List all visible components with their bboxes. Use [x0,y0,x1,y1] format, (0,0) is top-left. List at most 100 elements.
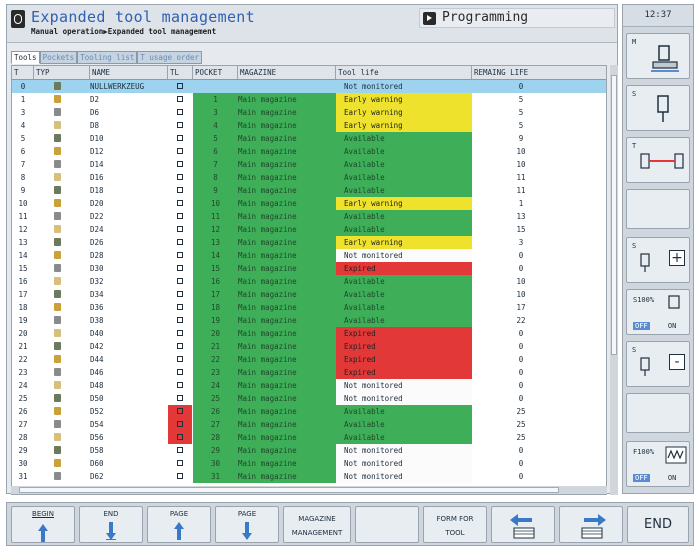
tool-locked-checkbox[interactable] [177,330,183,336]
blank-right-softkey-2[interactable] [626,393,690,433]
page-down-button[interactable]: PAGE [215,506,279,543]
magazine-management-button[interactable]: MAGAZINE MANAGEMENT [283,506,351,543]
tool-locked-checkbox[interactable] [177,473,183,479]
table-row[interactable]: 30 D60 30 Main magazine Not monitored 0 [12,457,606,470]
table-row[interactable]: 13 D26 13 Main magazine Early warning 3 [12,236,606,249]
tool-locked-checkbox[interactable] [177,252,183,258]
tool-locked-checkbox[interactable] [177,434,183,440]
m-function-button[interactable]: M [626,33,690,79]
tool-locked-checkbox[interactable] [177,356,183,362]
table-row[interactable]: 23 D46 23 Main magazine Expired 0 [12,366,606,379]
table-row[interactable]: 20 D40 20 Main magazine Expired 0 [12,327,606,340]
tool-locked-checkbox[interactable] [177,447,183,453]
col-tl[interactable]: TL [168,66,193,79]
table-row[interactable]: 28 D56 28 Main magazine Available 25 [12,431,606,444]
end-list-button[interactable]: END [79,506,143,543]
tab-t-usage-order[interactable]: T usage order [137,51,203,64]
tool-locked-checkbox[interactable] [177,460,183,466]
horizontal-scroll-thumb[interactable] [19,487,559,493]
table-row[interactable]: 3 D6 3 Main magazine Early warning 5 [12,106,606,119]
horizontal-scrollbar[interactable] [11,486,607,494]
table-row[interactable]: 18 D36 18 Main magazine Available 17 [12,301,606,314]
tool-locked-checkbox[interactable] [177,122,183,128]
tab-tooling-list[interactable]: Tooling list [77,51,138,64]
tool-locked-checkbox[interactable] [177,369,183,375]
table-row[interactable]: 29 D58 29 Main magazine Not monitored 0 [12,444,606,457]
tool-locked-checkbox[interactable] [177,395,183,401]
blank-right-softkey-1[interactable] [626,189,690,229]
table-row[interactable]: 31 D62 31 Main magazine Not monitored 0 [12,470,606,483]
vertical-scrollbar[interactable] [610,65,618,495]
table-row[interactable]: 25 D50 25 Main magazine Not monitored 0 [12,392,606,405]
tool-locked-checkbox[interactable] [177,161,183,167]
tool-locked-checkbox[interactable] [177,278,183,284]
tool-locked-checkbox[interactable] [177,83,183,89]
table-row[interactable]: 21 D42 21 Main magazine Expired 0 [12,340,606,353]
table-row[interactable]: 19 D38 19 Main magazine Available 22 [12,314,606,327]
tab-pockets[interactable]: Pockets [39,51,78,64]
spindle-override-button[interactable]: S100% OFF ON [626,289,690,335]
tool-locked-cell [168,197,192,210]
tab-tools[interactable]: Tools [11,51,40,64]
col-t[interactable]: T [12,66,34,79]
page-up-button[interactable]: PAGE [147,506,211,543]
table-row[interactable]: 11 D22 11 Main magazine Available 13 [12,210,606,223]
spindle-minus-button[interactable]: S - [626,341,690,387]
tool-locked-checkbox[interactable] [177,174,183,180]
vertical-scroll-thumb[interactable] [611,75,617,355]
tool-locked-checkbox[interactable] [177,343,183,349]
remaining-life: 17 [516,303,526,312]
form-for-tool-button[interactable]: FORM FOR TOOL [423,506,487,543]
begin-button[interactable]: BEGIN [11,506,75,543]
col-name[interactable]: NAME [90,66,168,79]
tool-locked-checkbox[interactable] [177,408,183,414]
col-remaining-life[interactable]: REMAING LIFE [472,66,606,79]
table-row[interactable]: 26 D52 26 Main magazine Available 25 [12,405,606,418]
table-row[interactable]: 4 D8 4 Main magazine Early warning 5 [12,119,606,132]
tool-locked-checkbox[interactable] [177,265,183,271]
table-row[interactable]: 24 D48 24 Main magazine Not monitored 0 [12,379,606,392]
tool-locked-checkbox[interactable] [177,96,183,102]
table-row[interactable]: 0 NULLWERKZEUG Not monitored 0 [12,80,606,93]
tool-locked-checkbox[interactable] [177,135,183,141]
end-button[interactable]: END [627,506,689,543]
col-tool-life[interactable]: Tool life [336,66,472,79]
tool-locked-checkbox[interactable] [177,317,183,323]
table-row[interactable]: 14 D28 14 Main magazine Not monitored 0 [12,249,606,262]
t-function-button[interactable]: T [626,137,690,183]
spindle-plus-button[interactable]: S + [626,237,690,283]
table-row[interactable]: 27 D54 27 Main magazine Available 25 [12,418,606,431]
feed-override-button[interactable]: F100% OFF ON [626,441,690,487]
table-row[interactable]: 16 D32 16 Main magazine Available 10 [12,275,606,288]
tool-locked-checkbox[interactable] [177,304,183,310]
tool-locked-checkbox[interactable] [177,187,183,193]
tool-locked-checkbox[interactable] [177,148,183,154]
tool-locked-checkbox[interactable] [177,213,183,219]
table-row[interactable]: 8 D16 8 Main magazine Available 11 [12,171,606,184]
tool-locked-checkbox[interactable] [177,239,183,245]
col-magazine[interactable]: MAGAZINE [238,66,336,79]
col-pocket[interactable]: POCKET [193,66,238,79]
table-row[interactable]: 10 D20 10 Main magazine Early warning 1 [12,197,606,210]
table-row[interactable]: 5 D10 5 Main magazine Available 9 [12,132,606,145]
table-row[interactable]: 12 D24 12 Main magazine Available 15 [12,223,606,236]
table-right-button[interactable] [559,506,623,543]
table-left-button[interactable] [491,506,555,543]
blank-softkey[interactable] [355,506,419,543]
tool-locked-checkbox[interactable] [177,109,183,115]
tool-locked-checkbox[interactable] [177,291,183,297]
table-row[interactable]: 15 D30 15 Main magazine Expired 0 [12,262,606,275]
tool-locked-checkbox[interactable] [177,200,183,206]
tool-locked-checkbox[interactable] [177,226,183,232]
table-row[interactable]: 7 D14 7 Main magazine Available 10 [12,158,606,171]
tool-locked-checkbox[interactable] [177,382,183,388]
table-row[interactable]: 17 D34 17 Main magazine Available 10 [12,288,606,301]
col-typ[interactable]: TYP [34,66,90,79]
table-row[interactable]: 1 D2 1 Main magazine Early warning 5 [12,93,606,106]
s-function-button[interactable]: S [626,85,690,131]
tool-locked-checkbox[interactable] [177,421,183,427]
table-row[interactable]: 22 D44 22 Main magazine Expired 0 [12,353,606,366]
table-row[interactable]: 9 D18 9 Main magazine Available 11 [12,184,606,197]
programming-mode-box[interactable]: Programming [419,8,615,28]
table-row[interactable]: 6 D12 6 Main magazine Available 10 [12,145,606,158]
